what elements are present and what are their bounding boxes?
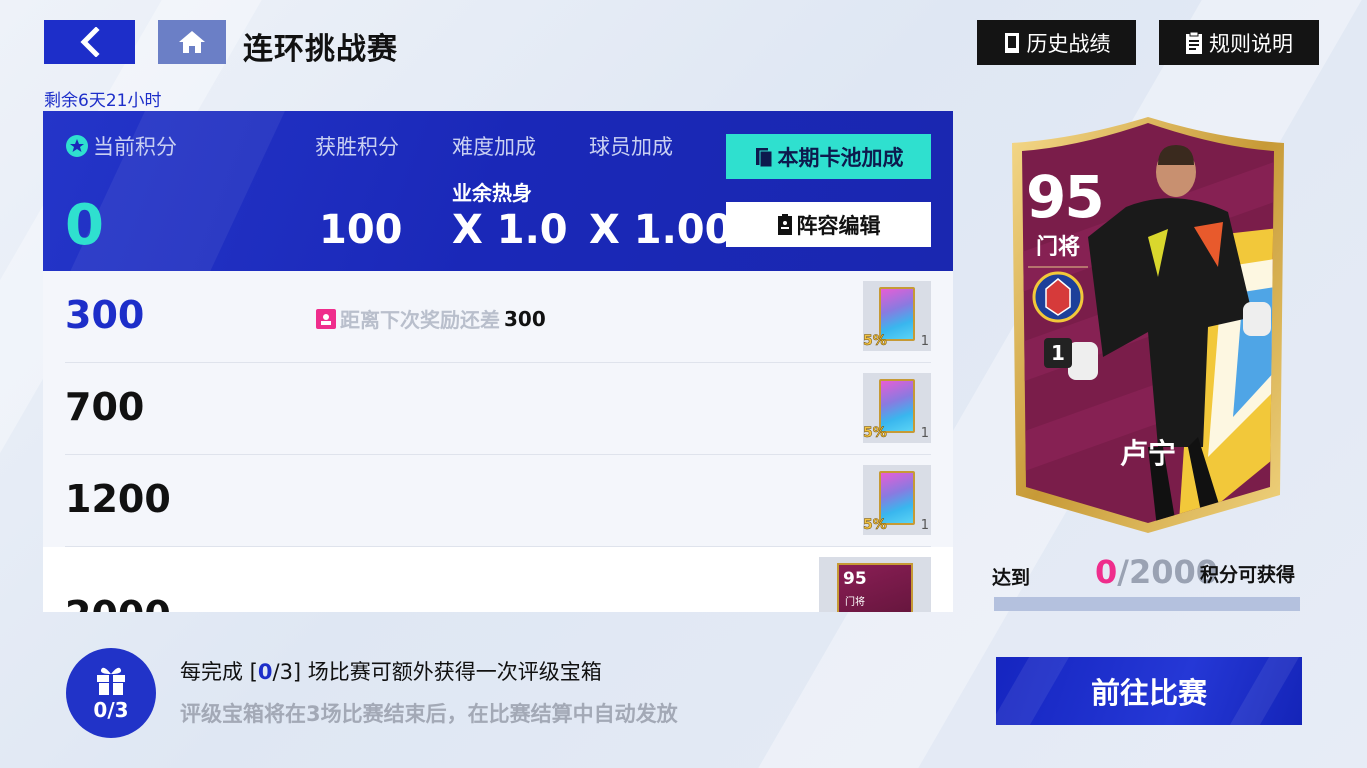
pool-bonus-button[interactable]: 本期卡池加成: [726, 134, 931, 179]
reward-row: 1200 5% 1: [43, 455, 953, 547]
reward-points: 700: [65, 385, 145, 429]
gift-count: 0/3: [93, 698, 129, 722]
rules-button[interactable]: 规则说明: [1159, 20, 1319, 65]
hint-value: 300: [504, 306, 546, 331]
reach-label: 达到: [992, 567, 1031, 589]
current-score-text: 当前积分: [93, 135, 177, 159]
card-position: 门将: [1035, 235, 1080, 260]
win-points-value: 100: [319, 207, 403, 253]
pack-quantity: 1: [920, 518, 929, 533]
document-icon: [1004, 32, 1019, 53]
gift-icon: [97, 667, 125, 695]
reward-pack[interactable]: 5% 1: [863, 281, 931, 351]
button-decor: [1217, 657, 1302, 725]
lineup-edit-button[interactable]: 阵容编辑: [726, 202, 931, 247]
history-label: 历史战绩: [1026, 31, 1111, 56]
bonus-suffix: /3] 场比赛可额外获得一次评级宝箱: [272, 660, 602, 684]
difficulty-mode: 业余热身: [452, 181, 532, 205]
home-button[interactable]: [158, 20, 226, 64]
card-pool-icon: [755, 147, 772, 167]
player-bonus-label: 球员加成: [589, 135, 673, 159]
pack-percent: 5%: [863, 333, 887, 350]
next-reward-hint: 距离下次奖励还差 300: [316, 304, 546, 333]
page-title: 连环挑战赛: [243, 32, 398, 67]
rules-label: 规则说明: [1209, 31, 1293, 56]
chevron-left-icon: [79, 27, 100, 57]
progress-current: 0: [1095, 553, 1118, 591]
reward-condition-label: 积分可获得: [1200, 564, 1296, 586]
pack-percent: 5%: [863, 425, 887, 442]
reward-pack[interactable]: 5% 1: [863, 373, 931, 443]
go-to-match-label: 前往比赛: [1090, 676, 1207, 710]
bonus-prefix: 每完成 [: [180, 660, 258, 684]
history-button[interactable]: 历史战绩: [977, 20, 1136, 65]
gift-box-counter[interactable]: 0/3: [66, 648, 156, 738]
progress-bar: [994, 597, 1300, 611]
lineup-icon: [777, 213, 792, 235]
person-icon: [316, 308, 336, 329]
current-score-value: 0: [65, 193, 104, 258]
lineup-edit-label: 阵容编辑: [796, 213, 881, 238]
star-icon: [66, 135, 88, 157]
difficulty-value: X 1.0: [452, 207, 568, 253]
home-icon: [179, 31, 205, 53]
difficulty-label: 难度加成: [452, 135, 536, 159]
pack-quantity: 1: [920, 334, 929, 349]
button-decor: [996, 657, 1075, 725]
score-panel: 当前积分 0 获胜积分 100 难度加成 业余热身 X 1.0 球员加成 X 1…: [43, 111, 953, 271]
bonus-chest-info: 每完成 [0/3] 场比赛可额外获得一次评级宝箱: [180, 656, 602, 686]
reward-pack[interactable]: 5% 1: [863, 465, 931, 535]
reward-points: 300: [65, 293, 145, 337]
reward-row: 700 5% 1: [43, 363, 953, 455]
bonus-chest-note: 评级宝箱将在3场比赛结束后，在比赛结算中自动发放: [180, 702, 678, 726]
reward-points: 2000: [65, 593, 171, 612]
player-card[interactable]: 95 门将 1 卢宁: [1008, 117, 1288, 537]
bonus-current: 0: [257, 660, 273, 684]
remaining-time: 剩余6天21小时: [44, 91, 162, 111]
card-number: 1: [1044, 338, 1072, 368]
player-bonus-value: X 1.00: [589, 207, 733, 253]
card-player-name: 卢宁: [1119, 437, 1176, 470]
go-to-match-button[interactable]: 前往比赛: [996, 657, 1302, 725]
reward-player-card[interactable]: 95 门将: [819, 557, 931, 612]
clipboard-icon: [1186, 31, 1202, 54]
card-rating: 95: [1026, 163, 1105, 231]
reward-list[interactable]: 300 距离下次奖励还差 300 5% 1 700 5% 1 1200 5% 1: [43, 271, 953, 612]
reward-row: 2000 95 门将: [43, 547, 953, 612]
pack-quantity: 1: [920, 426, 929, 441]
pack-percent: 5%: [863, 517, 887, 534]
mini-card-position: 门将: [845, 597, 865, 608]
hint-text: 距离下次奖励还差: [340, 308, 500, 332]
back-button[interactable]: [44, 20, 135, 64]
win-points-label: 获胜积分: [315, 135, 399, 159]
reward-row: 300 距离下次奖励还差 300 5% 1: [43, 271, 953, 363]
pool-bonus-label: 本期卡池加成: [777, 145, 904, 170]
reward-points: 1200: [65, 477, 171, 521]
current-score-label: 当前积分: [65, 131, 177, 161]
mini-card-rating: 95: [843, 569, 867, 589]
